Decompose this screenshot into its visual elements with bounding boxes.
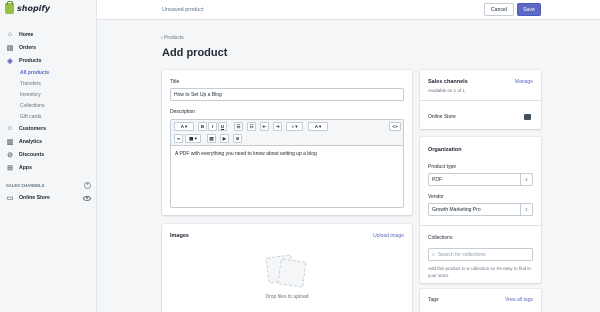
customers-icon: ☺ (6, 125, 14, 132)
organization-title: Organization (428, 147, 462, 153)
font-dropdown[interactable]: A ▾ (174, 122, 194, 131)
sidebar-subitem-transfers[interactable]: Transfers (0, 78, 97, 89)
organization-card: Organization Product type PDF ⇕ Vendor G… (420, 137, 541, 283)
product-details-card: Title How to Set Up a Blog Description A… (162, 70, 412, 215)
home-icon: ⌂ (7, 31, 13, 38)
sales-channels-title: Sales channels (428, 79, 468, 85)
description-label: Description (170, 109, 196, 115)
calendar-icon[interactable] (524, 114, 531, 120)
sidebar-item-label: Home (19, 31, 34, 38)
image-dropzone[interactable]: Drop files to upload (170, 242, 404, 312)
images-card: Images Upload image Drop files to upload (162, 224, 412, 312)
sidebar-subitem-all-products[interactable]: All products (0, 67, 97, 78)
vendor-value: Growth Marketing Pro (432, 206, 481, 213)
breadcrumb-label: Products (164, 35, 184, 41)
sidebar-item-apps[interactable]: ⊞ Apps (0, 161, 97, 174)
description-text: A PDF with everything you need to know a… (175, 151, 317, 157)
description-editor[interactable]: A ▾ B I U ☰ ☷ ⇤ ⇥ ≡ ▾ A ▾ <> ∞ ▦ ▾ ▨ ▶ ⊘… (170, 119, 404, 208)
online-store-channel: Online Store (428, 114, 456, 120)
editor-toolbar: A ▾ B I U ☰ ☷ ⇤ ⇥ ≡ ▾ A ▾ <> ∞ ▦ ▾ ▨ ▶ ⊘ (171, 120, 403, 146)
title-field[interactable]: How to Set Up a Blog (170, 88, 404, 101)
sidebar-item-label: Online Store (19, 195, 50, 201)
view-all-tags-link[interactable]: View all tags (505, 297, 533, 303)
photo-placeholder-icon (265, 254, 309, 288)
search-icon: ⌕ (432, 251, 435, 258)
manage-link[interactable]: Manage (515, 79, 533, 85)
save-button[interactable]: Save (517, 3, 541, 16)
sidebar: shopify ⌂ Home ▤ Orders ◈ Products All p… (0, 0, 97, 312)
outdent-icon[interactable]: ⇤ (260, 122, 269, 131)
sales-channels-header: SALES CHANNELS + (0, 178, 97, 192)
divider (420, 225, 541, 226)
sidebar-item-label: Products (19, 57, 42, 64)
collections-search-input[interactable]: ⌕ Search for collections (428, 248, 533, 261)
sidebar-item-customers[interactable]: ☺ Customers (0, 122, 97, 135)
apps-icon: ⊞ (7, 164, 13, 172)
image-icon[interactable]: ▨ (207, 134, 216, 143)
sidebar-nav: ⌂ Home ▤ Orders ◈ Products All products … (0, 28, 97, 204)
align-dropdown[interactable]: ≡ ▾ (286, 122, 303, 131)
link-icon[interactable]: ∞ (174, 134, 183, 143)
tag-icon: ◈ (7, 57, 13, 65)
collections-label: Collections (428, 235, 453, 241)
cancel-button[interactable]: Cancel (484, 3, 514, 16)
sidebar-item-discounts[interactable]: ⊘ Discounts (0, 148, 97, 161)
add-channel-icon[interactable]: + (84, 181, 91, 189)
show-html-button[interactable]: <> (389, 122, 401, 131)
vendor-label: Vendor (428, 194, 444, 200)
indent-icon[interactable]: ⇥ (273, 122, 282, 131)
title-label: Title (170, 79, 180, 85)
sidebar-item-home[interactable]: ⌂ Home (0, 28, 97, 41)
sidebar-subitem-collections[interactable]: Collections (0, 100, 97, 111)
sidebar-item-analytics[interactable]: ▥ Analytics (0, 135, 97, 148)
product-type-value: PDF (432, 176, 442, 183)
images-title: Images (170, 233, 189, 239)
orders-icon: ▤ (6, 44, 14, 52)
underline-button[interactable]: U (218, 122, 227, 131)
vendor-select[interactable]: Growth Marketing Pro ⇕ (428, 203, 533, 216)
upload-image-link[interactable]: Upload image (373, 233, 404, 239)
sidebar-item-orders[interactable]: ▤ Orders (0, 41, 97, 54)
table-dropdown[interactable]: ▦ ▾ (185, 134, 201, 143)
breadcrumb[interactable]: ‹ Products (161, 35, 184, 41)
clear-format-icon[interactable]: ⊘ (233, 134, 242, 143)
sales-channels-card: Sales channels Manage Available on 1 of … (420, 70, 541, 129)
sidebar-item-online-store[interactable]: ▭ Online Store (0, 192, 97, 204)
store-icon: ▭ (6, 195, 14, 202)
shopify-bag-icon (5, 1, 14, 14)
collections-help-text: Add this product to a collection so it's… (428, 266, 531, 278)
analytics-icon: ▥ (6, 138, 14, 146)
shopify-logo[interactable]: shopify (5, 1, 51, 14)
bullet-list-icon[interactable]: ☰ (234, 122, 243, 131)
unsaved-status: Unsaved product (162, 7, 204, 13)
sidebar-item-label: Customers (19, 125, 47, 132)
select-arrows-icon: ⇕ (520, 204, 532, 215)
numbered-list-icon[interactable]: ☷ (247, 122, 256, 131)
sidebar-subitem-gift-cards[interactable]: Gift cards (0, 111, 97, 122)
drop-files-text: Drop files to upload (265, 294, 309, 300)
collections-placeholder: Search for collections (437, 251, 486, 258)
discount-icon: ⊘ (7, 151, 13, 159)
sidebar-item-products[interactable]: ◈ Products (0, 54, 97, 67)
sidebar-item-label: Discounts (19, 151, 45, 158)
tags-card: Tags View all tags (420, 289, 541, 312)
italic-button[interactable]: I (208, 122, 217, 131)
availability-text: Available on 1 of 1 (428, 88, 465, 93)
sales-channels-label: SALES CHANNELS (6, 182, 45, 188)
product-type-select[interactable]: PDF ⇕ (428, 173, 533, 186)
divider (420, 100, 541, 101)
view-store-icon[interactable] (83, 195, 91, 201)
sidebar-item-label: Orders (19, 44, 37, 51)
sidebar-item-label: Analytics (19, 138, 43, 145)
video-icon[interactable]: ▶ (220, 134, 229, 143)
tags-title: Tags (428, 297, 439, 303)
bold-button[interactable]: B (198, 122, 207, 131)
logo-text: shopify (17, 4, 51, 13)
sidebar-subitem-inventory[interactable]: Inventory (0, 89, 97, 100)
page-title: Add product (162, 47, 228, 59)
sidebar-item-label: Apps (19, 164, 32, 171)
text-color-dropdown[interactable]: A ▾ (308, 122, 328, 131)
select-arrows-icon: ⇕ (520, 174, 532, 185)
product-type-label: Product type (428, 164, 457, 170)
